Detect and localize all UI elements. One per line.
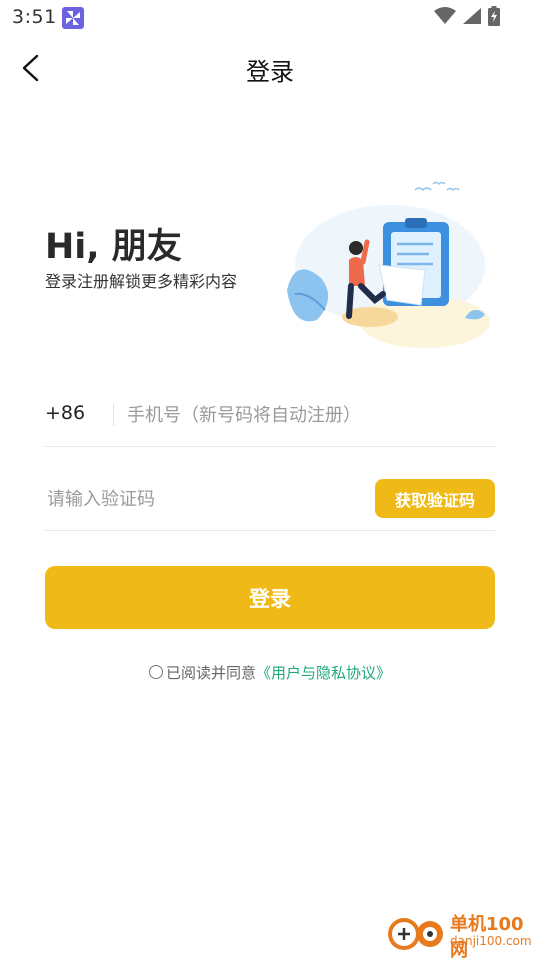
verification-code-row: 获取验证码: [45, 466, 495, 531]
divider: [113, 404, 114, 426]
hero-subtitle: 登录注册解锁更多精彩内容: [45, 272, 238, 291]
signal-icon: [462, 7, 482, 29]
wifi-icon: [434, 7, 456, 29]
watermark-logo-icon: [386, 914, 446, 956]
phone-row: +86: [45, 382, 495, 447]
hero-title: Hi, 朋友: [45, 227, 182, 267]
person-with-clipboard-illustration: [275, 170, 495, 355]
status-icons: [434, 6, 500, 30]
agreement-checkbox[interactable]: [148, 665, 163, 679]
status-bar: 3:51: [0, 0, 540, 36]
site-watermark: 单机100网 danji100.com: [386, 910, 536, 961]
agreement: 已阅读并同意《用户与隐私协议》: [0, 662, 540, 683]
verification-code-input[interactable]: [45, 480, 349, 518]
country-code-selector[interactable]: +86: [45, 402, 85, 424]
phone-input[interactable]: [125, 396, 489, 434]
get-code-button[interactable]: 获取验证码: [375, 479, 495, 518]
battery-charging-icon: [488, 6, 500, 30]
watermark-domain: danji100.com: [450, 934, 532, 948]
privacy-agreement-link[interactable]: 《用户与隐私协议》: [256, 664, 391, 682]
status-time: 3:51: [12, 6, 57, 28]
agreement-text: 已阅读并同意: [165, 664, 256, 682]
pinwheel-app-icon: [62, 7, 84, 29]
page-title: 登录: [246, 58, 294, 86]
login-button[interactable]: 登录: [45, 566, 495, 629]
navbar: 登录: [0, 36, 540, 102]
